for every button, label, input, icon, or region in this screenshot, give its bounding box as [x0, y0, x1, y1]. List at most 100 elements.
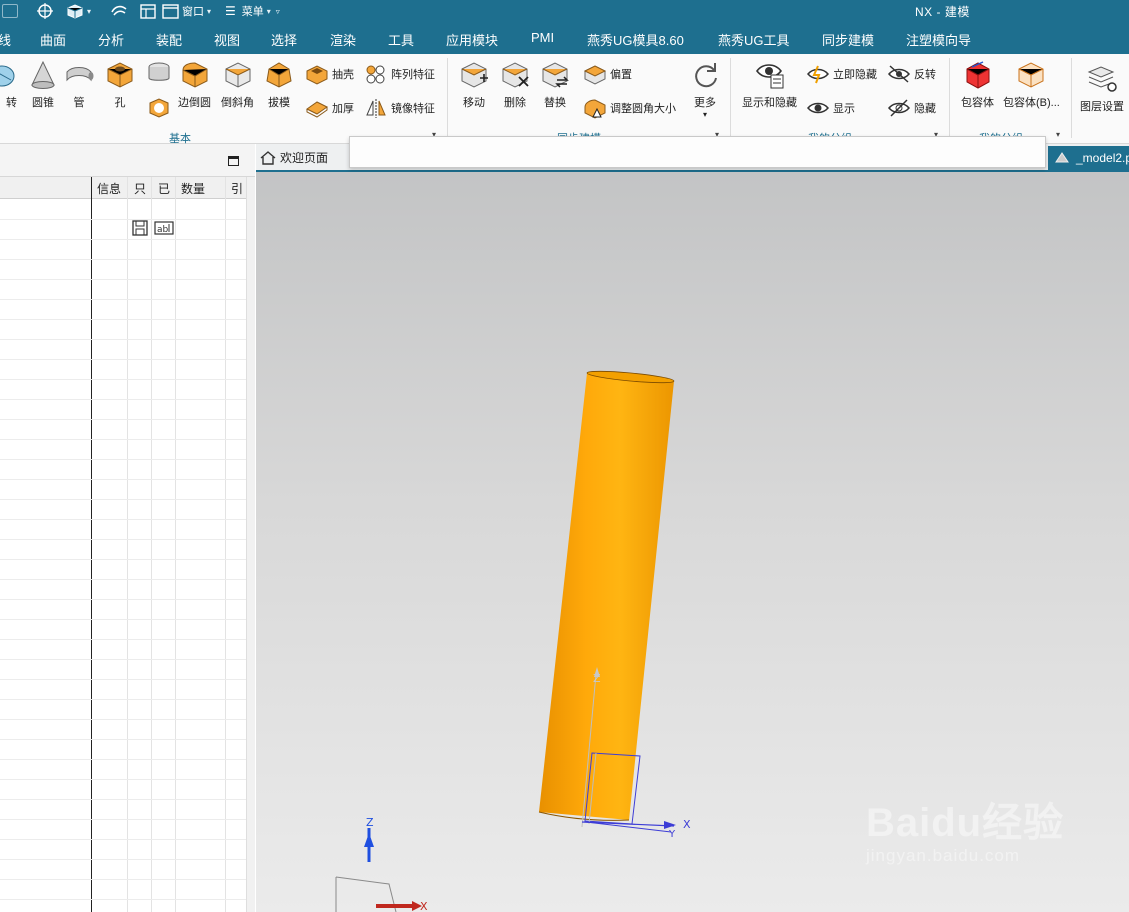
table-row: [0, 299, 246, 300]
tab-sync-modeling[interactable]: 同步建模: [822, 30, 874, 49]
tab-assembly[interactable]: 装配: [156, 30, 182, 49]
hamburger-icon[interactable]: ☰: [225, 4, 236, 18]
tube-button[interactable]: 管: [64, 60, 94, 110]
tab-mold-wizard[interactable]: 注塑模向导: [906, 30, 971, 49]
offset-region-button[interactable]: 偏置: [583, 63, 632, 85]
tab-yanxiu-tools[interactable]: 燕秀UG工具: [718, 30, 790, 49]
immediate-hide-icon: [807, 65, 829, 84]
draft-icon: [266, 62, 292, 88]
refresh-icon: [695, 63, 717, 88]
bounding-body-button[interactable]: 包容体: [961, 60, 994, 110]
column-quantity[interactable]: 数量: [181, 180, 205, 197]
shell-button[interactable]: 抽壳: [305, 63, 354, 85]
layer-settings-label: 图层设置: [1080, 101, 1124, 113]
cylinder-body[interactable]: [538, 369, 675, 821]
immediate-hide-button[interactable]: 立即隐藏: [806, 63, 877, 85]
chamfer-label: 倒斜角: [221, 97, 254, 109]
maximize-icon[interactable]: [228, 156, 239, 166]
table-row: [0, 219, 246, 220]
tab-applications[interactable]: 应用模块: [446, 30, 498, 49]
chevron-down-icon[interactable]: ▾: [87, 7, 91, 16]
tab-pmi[interactable]: PMI: [531, 30, 554, 45]
customize-qa-icon[interactable]: ▿: [276, 7, 280, 16]
touch-mode-icon[interactable]: [110, 3, 128, 19]
tab-surface[interactable]: 曲面: [40, 30, 66, 49]
hole-label: 孔: [114, 97, 126, 109]
edge-blend-icon: [182, 62, 207, 88]
resize-blend-button[interactable]: 调整圆角大小: [583, 97, 676, 119]
thicken-button[interactable]: 加厚: [305, 97, 354, 119]
chevron-down-icon: ▾: [702, 110, 707, 119]
table-row: [0, 759, 246, 760]
window-icon[interactable]: [162, 3, 179, 19]
chevron-down-icon[interactable]: ▾: [267, 7, 271, 16]
mirror-feature-button[interactable]: 镜像特征: [364, 97, 435, 119]
immediate-hide-label: 立即隐藏: [833, 69, 877, 81]
tab-model[interactable]: _model2.p: [1048, 146, 1129, 170]
navigator-scrollbar[interactable]: [246, 177, 255, 912]
chevron-down-icon[interactable]: ▾: [1056, 130, 1060, 139]
draft-button[interactable]: 拔模: [264, 60, 294, 110]
svg-text:ab: ab: [157, 225, 169, 235]
table-row: [0, 859, 246, 860]
snap-icon[interactable]: [36, 2, 54, 20]
tab-tools[interactable]: 工具: [388, 30, 414, 49]
cylinder-icon[interactable]: [146, 62, 172, 84]
hide-button[interactable]: 隐藏: [887, 97, 936, 119]
tab-welcome-page[interactable]: 欢迎页面: [260, 149, 328, 166]
table-row: [0, 519, 246, 520]
home-icon: [260, 151, 276, 165]
column-readonly[interactable]: 只: [134, 180, 146, 197]
window-layout-icon[interactable]: [140, 3, 156, 19]
table-row: [0, 239, 246, 240]
chamfer-button[interactable]: 倒斜角: [221, 60, 254, 110]
menu-button-label[interactable]: 菜单: [242, 3, 264, 19]
table-row: [0, 359, 246, 360]
watermark-logo: Baidu经验: [866, 801, 1065, 845]
column-info[interactable]: 信息: [97, 180, 121, 197]
datum-y-label: Y: [668, 829, 676, 840]
revolve-button[interactable]: 转: [0, 60, 17, 110]
hole-button[interactable]: 孔: [105, 60, 135, 110]
block-icon[interactable]: [147, 96, 171, 120]
more-button[interactable]: 更多 ▾: [690, 60, 720, 119]
view-triad[interactable]: Z X: [335, 816, 428, 912]
delete-face-button[interactable]: 删除: [500, 60, 530, 110]
cone-button[interactable]: 圆锥: [28, 60, 58, 110]
table-row: [0, 599, 246, 600]
tab-render[interactable]: 渲染: [330, 30, 356, 49]
show-label: 显示: [833, 103, 855, 115]
table-row: [0, 619, 246, 620]
pattern-feature-button[interactable]: 阵列特征: [364, 63, 435, 85]
column-reference[interactable]: 引: [231, 180, 243, 197]
bounding-body-icon: [966, 61, 989, 89]
window-menu-label[interactable]: 窗口: [182, 3, 204, 19]
table-row: [0, 819, 246, 820]
table-row: [0, 679, 246, 680]
column-modified[interactable]: 已: [158, 180, 170, 197]
invert-button[interactable]: 反转: [887, 63, 936, 85]
triad-x-label: X: [420, 900, 428, 912]
replace-face-button[interactable]: 替换: [540, 60, 570, 110]
invert-label: 反转: [914, 69, 936, 81]
view-orient-icon[interactable]: [66, 3, 84, 19]
show-hide-button[interactable]: 显示和隐藏: [742, 60, 797, 110]
ribbon: 转 圆锥 管 孔 边倒圆 倒斜角 拔模 抽壳 阵列特征 加厚 镜像特征 基本 ▾…: [0, 54, 1129, 145]
revolve-icon: [0, 65, 14, 87]
save-icon[interactable]: [2, 4, 18, 18]
tab-view[interactable]: 视图: [214, 30, 240, 49]
move-face-button[interactable]: 移动: [459, 60, 489, 110]
show-button[interactable]: 显示: [806, 97, 855, 119]
tab-yanxiu-mold[interactable]: 燕秀UG模具8.60: [587, 30, 684, 49]
tab-analysis[interactable]: 分析: [98, 30, 124, 49]
bounding-body-b-button[interactable]: 包容体(B)...: [1003, 60, 1060, 110]
datum-z-label: Z: [593, 672, 601, 685]
tab-curve[interactable]: 线: [0, 30, 11, 49]
group-divider: [1071, 58, 1072, 138]
edge-blend-button[interactable]: 边倒圆: [178, 60, 211, 110]
tab-select[interactable]: 选择: [271, 30, 297, 49]
layer-settings-button[interactable]: 图层设置: [1080, 64, 1124, 114]
offset-region-icon: [583, 65, 607, 85]
chevron-down-icon[interactable]: ▾: [207, 7, 211, 16]
table-row: [0, 439, 246, 440]
